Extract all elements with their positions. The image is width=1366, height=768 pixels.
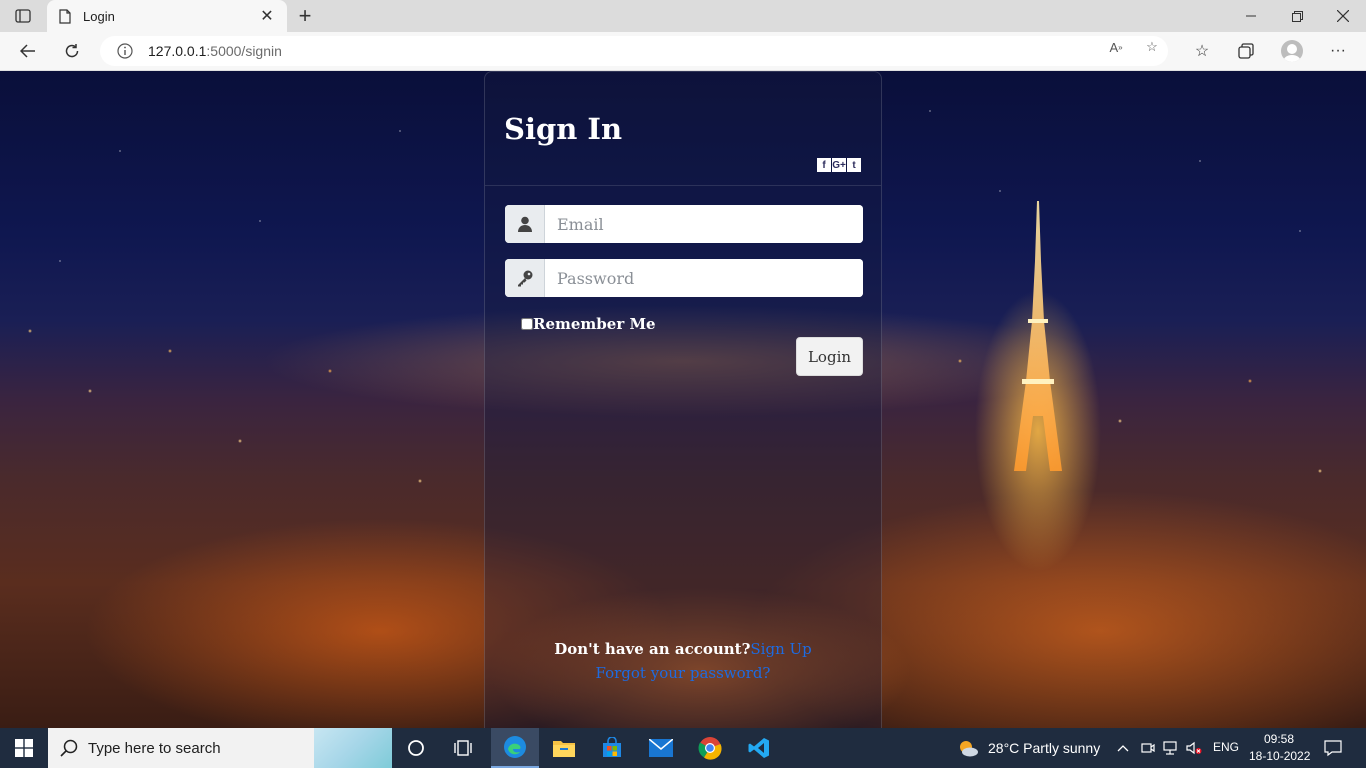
meet-now-icon[interactable] [1140, 740, 1156, 756]
user-icon [505, 205, 545, 243]
site-info-icon[interactable] [116, 42, 134, 60]
weather-icon[interactable] [957, 738, 979, 758]
show-hidden-icons-chevron-icon[interactable] [1115, 740, 1131, 756]
search-placeholder: Type here to search [88, 739, 221, 757]
chrome-icon[interactable] [686, 728, 734, 768]
collections-icon[interactable] [1232, 38, 1260, 64]
key-icon [505, 259, 545, 297]
close-tab-icon[interactable]: ✕ [257, 6, 277, 26]
refresh-icon[interactable] [57, 37, 87, 65]
page-title: Sign In [504, 112, 623, 146]
volume-muted-icon[interactable] [1186, 740, 1202, 756]
windows-start-icon[interactable] [0, 728, 48, 768]
weather-text[interactable]: 28°C Partly sunny [988, 740, 1100, 756]
url-host: 127.0.0.1 [148, 43, 207, 59]
mail-icon[interactable] [637, 728, 685, 768]
favorites-icon[interactable]: ☆ [1188, 38, 1216, 64]
url-path: :5000/signin [206, 43, 282, 59]
facebook-icon[interactable]: f [817, 158, 831, 172]
close-window-icon[interactable] [1320, 0, 1366, 32]
read-aloud-icon[interactable]: A» [1106, 38, 1126, 56]
signup-prompt: Don't have an account?Sign Up [485, 640, 881, 658]
login-panel: Sign In f G+ t Remember Me Login D [484, 71, 882, 728]
restore-icon[interactable] [1274, 0, 1320, 32]
email-field-group [505, 205, 863, 243]
clock-time[interactable]: 09:58 [1264, 732, 1294, 746]
tab-actions-icon[interactable] [8, 4, 38, 28]
google-plus-icon[interactable]: G+ [832, 158, 846, 172]
page-background: Sign In f G+ t Remember Me Login D [0, 71, 1366, 728]
eiffel-tower-image [1014, 201, 1062, 471]
remember-me: Remember Me [521, 315, 656, 333]
no-account-text: Don't have an account? [554, 640, 751, 658]
windows-taskbar: Type here to search 28°C Partly sunny EN… [0, 728, 1366, 768]
remember-me-checkbox[interactable] [521, 318, 533, 330]
signup-link[interactable]: Sign Up [750, 640, 811, 658]
file-explorer-icon[interactable] [540, 728, 588, 768]
password-input[interactable] [545, 259, 863, 297]
minimize-icon[interactable] [1228, 0, 1274, 32]
edge-icon[interactable] [491, 728, 539, 768]
forgot-password-row: Forgot your password? [485, 664, 881, 682]
forgot-password-link[interactable]: Forgot your password? [596, 664, 771, 682]
address-toolbar: 127.0.0.1:5000/signin A» ☆ ☆ ··· [0, 32, 1366, 71]
more-options-icon[interactable]: ··· [1324, 38, 1352, 64]
taskbar-search[interactable]: Type here to search [48, 728, 392, 768]
social-icons: f G+ t [817, 158, 861, 172]
url-bar[interactable]: 127.0.0.1:5000/signin [100, 36, 1168, 66]
search-highlight-image [314, 728, 392, 768]
language-indicator[interactable]: ENG [1213, 740, 1239, 754]
login-panel-header: Sign In f G+ t [485, 72, 881, 186]
search-icon [60, 739, 78, 757]
back-icon[interactable] [13, 37, 43, 65]
network-icon[interactable] [1163, 740, 1179, 756]
login-button[interactable]: Login [796, 337, 863, 376]
page-icon [57, 8, 73, 24]
notifications-icon[interactable] [1324, 739, 1342, 757]
twitter-icon[interactable]: t [847, 158, 861, 172]
task-view-icon[interactable] [440, 728, 488, 768]
email-input[interactable] [545, 205, 863, 243]
profile-avatar[interactable] [1281, 40, 1303, 62]
new-tab-button[interactable]: + [293, 3, 317, 28]
browser-tab-login[interactable]: Login ✕ [47, 0, 287, 32]
tab-title: Login [83, 8, 115, 24]
clock-date[interactable]: 18-10-2022 [1249, 749, 1310, 763]
browser-tab-bar: Login ✕ + [0, 0, 1366, 32]
cortana-icon[interactable] [392, 728, 440, 768]
microsoft-store-icon[interactable] [588, 728, 636, 768]
vscode-icon[interactable] [735, 728, 783, 768]
remember-me-label: Remember Me [533, 315, 656, 333]
password-field-group [505, 259, 863, 297]
add-favorite-icon[interactable]: ☆ [1142, 38, 1162, 56]
